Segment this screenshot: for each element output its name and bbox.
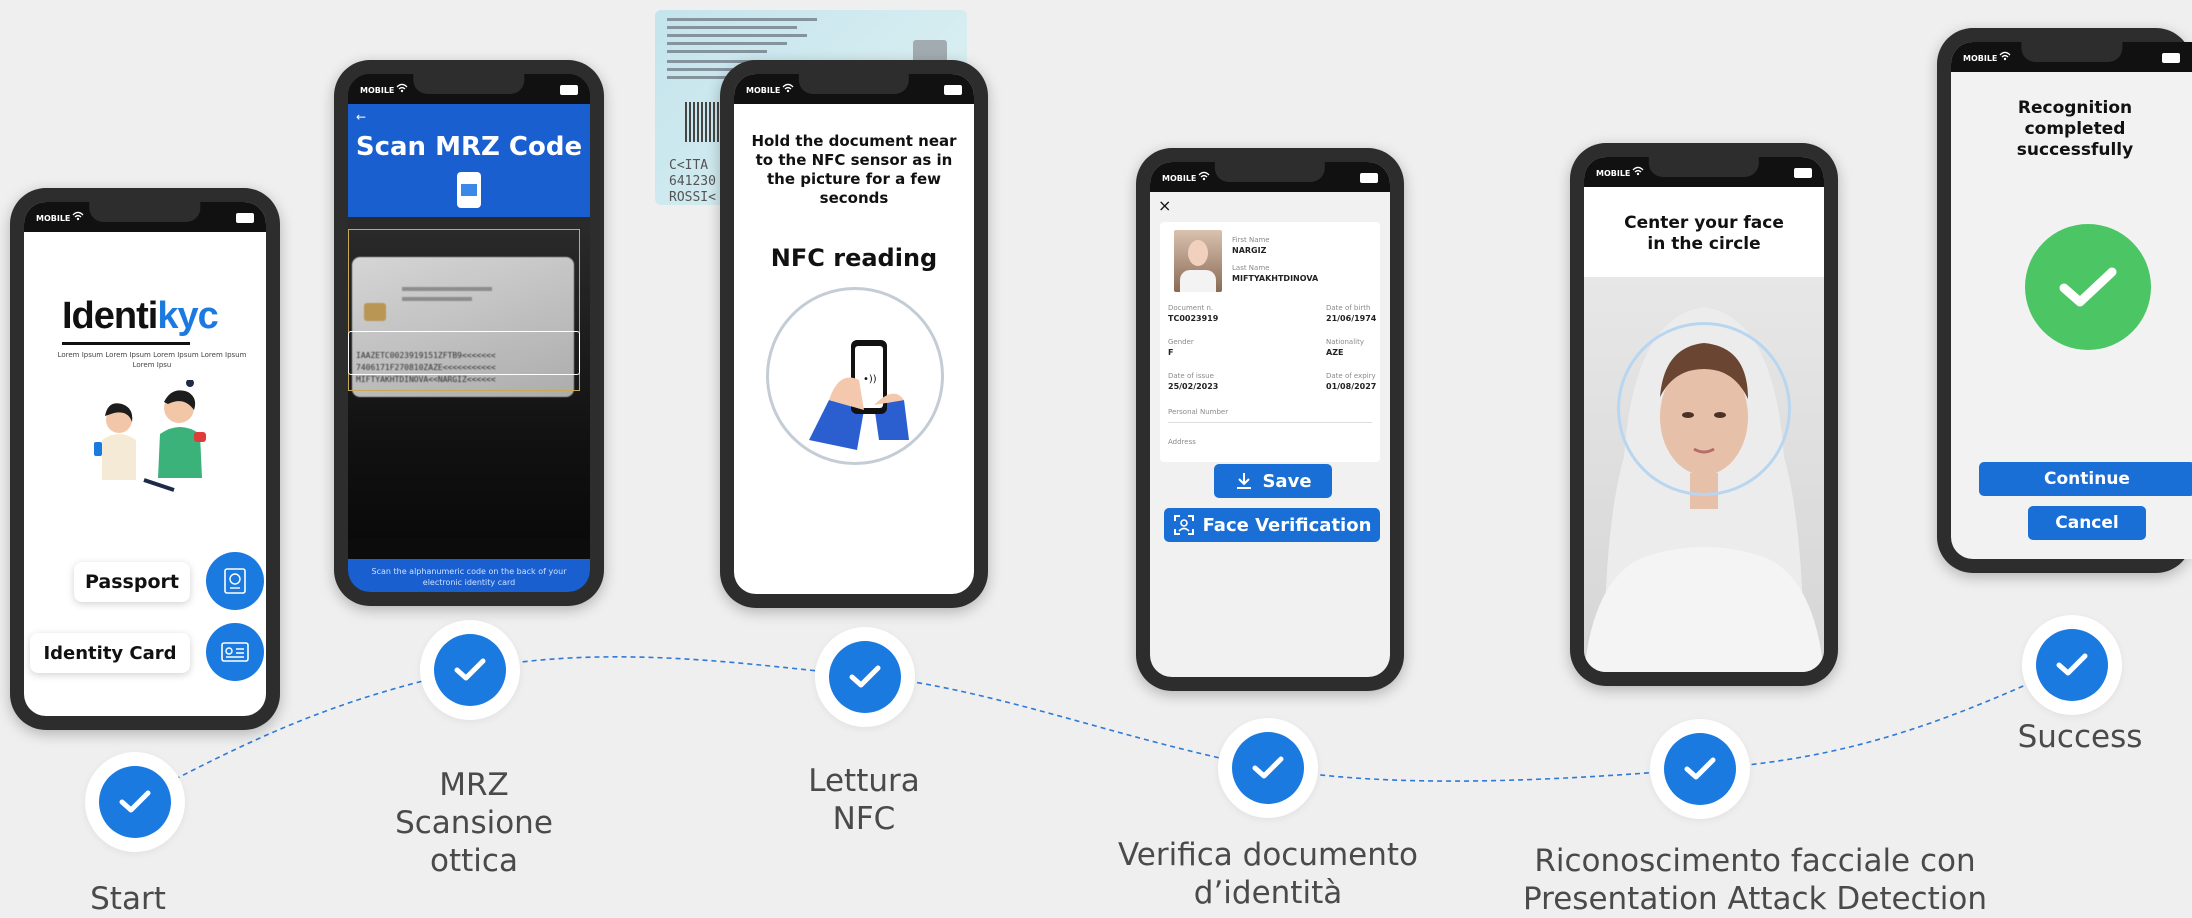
step-label-face: Riconoscimento facciale con Presentation… [1523, 843, 1987, 917]
phone-success: MOBILE Recognition completed successfull… [1937, 28, 2192, 573]
download-icon [1237, 473, 1252, 489]
identity-card-option[interactable]: Identity Card [30, 633, 190, 673]
identity-card-button[interactable] [206, 623, 264, 681]
step-label-start: Start [90, 881, 166, 917]
people-illustration [94, 380, 206, 492]
svg-text:•)): •)) [863, 374, 877, 385]
step-label-mrz: MRZ Scansione ottica [395, 767, 553, 879]
phone-scan-icon [457, 172, 481, 208]
progress-connector-line [134, 656, 2071, 801]
verify-screen: MOBILE × First Name NARGIZ Last Name MIF… [1150, 162, 1390, 677]
passport-icon [224, 568, 246, 594]
face-circle-guide [1617, 322, 1791, 496]
save-button[interactable]: Save [1214, 464, 1332, 498]
face-verification-button[interactable]: Face Verification [1164, 508, 1380, 542]
wifi-icon [782, 83, 794, 93]
identikyc-logo: Identikyc [62, 295, 252, 345]
step-label-nfc: Lettura NFC [808, 763, 920, 837]
start-screen: MOBILE Identikyc Lorem Ipsum Lorem Ipsum… [24, 202, 266, 716]
check-icon [2056, 653, 2088, 676]
mrz-header: ← Scan MRZ Code [348, 104, 590, 217]
success-screen: MOBILE Recognition completed successfull… [1951, 42, 2192, 559]
battery-icon [944, 85, 962, 95]
check-icon [454, 658, 486, 681]
passport-button[interactable] [206, 552, 264, 610]
tagline: Lorem Ipsum Lorem Ipsum Lorem Ipsum Lore… [57, 351, 247, 369]
step-check-start [85, 752, 185, 852]
success-title: Recognition completed successfully [2016, 98, 2134, 160]
step-check-success [2022, 615, 2122, 715]
wifi-icon [72, 211, 84, 221]
check-icon [849, 665, 881, 688]
close-icon[interactable]: × [1158, 196, 1171, 215]
document-card: First Name NARGIZ Last Name MIFTYAKHTDIN… [1160, 222, 1380, 462]
phone-verify: MOBILE × First Name NARGIZ Last Name MIF… [1136, 148, 1404, 691]
wifi-icon [1999, 51, 2011, 61]
nfc-illustration: •)) [766, 287, 944, 465]
step-check-face [1650, 719, 1750, 819]
mrz-title: Scan MRZ Code [355, 132, 583, 162]
face-scan-icon [1173, 515, 1194, 535]
step-label-verify: Verifica documento d’identità [1117, 837, 1419, 911]
phone-mrz: MOBILE ← Scan MRZ Code IAAZETC0023919151… [334, 60, 604, 606]
hand-phone-icon: •)) [809, 340, 909, 450]
battery-icon [236, 213, 254, 223]
document-photo [1174, 230, 1222, 292]
cancel-button[interactable]: Cancel [2028, 506, 2146, 540]
nfc-title: NFC reading [770, 244, 938, 272]
phone-start: MOBILE Identikyc Lorem Ipsum Lorem Ipsum… [10, 188, 280, 730]
mrz-screen: MOBILE ← Scan MRZ Code IAAZETC0023919151… [348, 74, 590, 592]
camera-view: IAAZETC0023919151ZFTB9<<<<<<< 7406171F27… [348, 217, 590, 539]
face-screen: MOBILE Center your face in the circle [1584, 157, 1824, 672]
wifi-icon [396, 83, 408, 93]
wifi-icon [1632, 166, 1644, 176]
wifi-icon [1198, 171, 1210, 181]
check-icon [1252, 756, 1284, 779]
battery-icon [560, 85, 578, 95]
battery-icon [2162, 53, 2180, 63]
battery-icon [1794, 168, 1812, 178]
step-check-mrz [420, 620, 520, 720]
success-check-icon [2025, 224, 2151, 350]
mrz-scan-window [348, 331, 580, 375]
phone-face: MOBILE Center your face in the circle [1570, 143, 1838, 686]
nfc-instruction: Hold the document near to the NFC sensor… [751, 132, 957, 207]
battery-icon [1360, 173, 1378, 183]
continue-button[interactable]: Continue [1979, 462, 2192, 496]
step-check-nfc [815, 627, 915, 727]
face-instruction: Center your face in the circle [1624, 213, 1784, 254]
step-label-success: Success [2017, 719, 2143, 755]
id-card-icon [221, 642, 249, 662]
check-icon [119, 790, 151, 813]
mrz-footer: Scan the alphanumeric code on the back o… [348, 559, 590, 592]
nfc-screen: MOBILE Hold the document near to the NFC… [734, 74, 974, 594]
step-check-verify [1218, 718, 1318, 818]
back-arrow-icon[interactable]: ← [356, 110, 366, 124]
check-icon [1684, 757, 1716, 780]
phone-nfc: MOBILE Hold the document near to the NFC… [720, 60, 988, 608]
passport-option[interactable]: Passport [74, 562, 190, 602]
